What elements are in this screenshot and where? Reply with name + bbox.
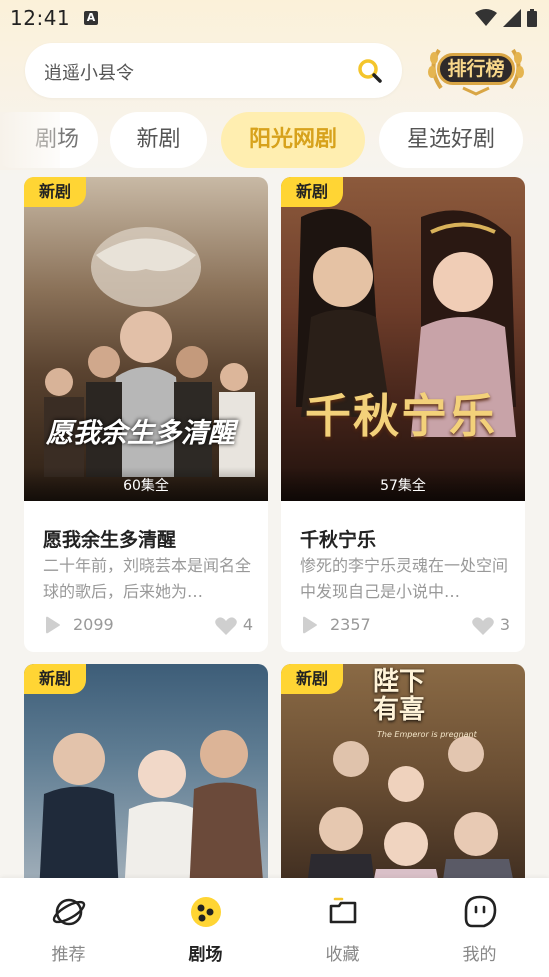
poster-art <box>296 209 516 437</box>
nav-profile[interactable]: 我的 <box>411 878 548 977</box>
tab-sunshine-drama[interactable]: 阳光网剧 <box>221 112 365 168</box>
drama-description: 二十年前，刘晓芸本是闻名全球的歌后，后来她为… <box>43 556 252 601</box>
poster-subtitle: The Emperor is pregnant <box>377 730 477 739</box>
battery-icon <box>527 9 537 27</box>
play-count-icon <box>46 616 60 634</box>
play-count: 2357 <box>330 615 371 634</box>
play-count: 2099 <box>73 615 114 634</box>
heart-icon[interactable] <box>215 617 237 635</box>
nav-label: 剧场 <box>188 945 223 965</box>
nav-label: 收藏 <box>325 945 360 965</box>
search-input[interactable]: 逍遥小县令 <box>44 59 134 85</box>
drama-title: 愿我余生多清醒 <box>43 529 177 551</box>
status-bar: 12:41 A <box>0 0 549 36</box>
drama-stats: 2099 4 <box>43 613 253 637</box>
nav-label: 推荐 <box>51 945 86 965</box>
drama-description: 惨死的李宁乐灵魂在一处空间中发现自己是小说中… <box>300 556 509 601</box>
drama-card[interactable]: 新剧 <box>24 664 268 894</box>
poster-art <box>39 730 264 894</box>
collection-icon <box>329 897 356 924</box>
poster-art <box>44 227 255 477</box>
nav-recommend[interactable]: 推荐 <box>0 878 137 977</box>
tabs-fade <box>0 112 60 170</box>
like-count: 3 <box>499 615 510 634</box>
wifi-icon <box>475 9 497 26</box>
nav-theater[interactable]: 剧场 <box>137 878 274 977</box>
new-badge: 新剧 <box>24 177 86 207</box>
tab-label: 阳光网剧 <box>248 127 337 152</box>
drama-poster[interactable]: 愿我余生多清醒 新剧 60集全 <box>24 177 268 501</box>
new-badge: 新剧 <box>281 664 343 694</box>
nav-label: 我的 <box>462 945 497 965</box>
drama-stats: 2357 3 <box>300 613 510 637</box>
bottom-navigation: 推荐 剧场 收藏 我的 <box>0 878 549 977</box>
episode-count: 57集全 <box>281 467 525 501</box>
notification-a-icon: A <box>84 11 98 25</box>
profile-icon <box>464 895 496 928</box>
drama-poster[interactable]: 陛下有喜 The Emperor is pregnant 新剧 <box>281 664 525 894</box>
new-badge: 新剧 <box>24 664 86 694</box>
system-icons <box>475 8 537 28</box>
like-count: 4 <box>242 615 253 634</box>
tab-star-picks[interactable]: 星选好剧 <box>379 112 523 168</box>
drama-card[interactable]: 千秋宁乐 新剧 57集全 千秋宁乐 惨死的李宁乐灵魂在一处空间中发现自己是小说中… <box>281 177 525 652</box>
heart-icon[interactable] <box>472 617 494 635</box>
drama-poster[interactable]: 千秋宁乐 新剧 57集全 <box>281 177 525 501</box>
tab-label: 新剧 <box>136 127 181 152</box>
search-icon[interactable] <box>358 59 382 83</box>
ranking-button[interactable]: 排行榜 <box>425 42 527 96</box>
poster-title: 陛下有喜 <box>373 667 426 725</box>
tab-label: 星选好剧 <box>406 127 495 152</box>
poster-title: 愿我余生多清醒 <box>46 418 235 449</box>
new-badge: 新剧 <box>281 177 343 207</box>
play-count-icon <box>303 616 317 634</box>
nav-collection[interactable]: 收藏 <box>274 878 411 977</box>
drama-poster[interactable]: 新剧 <box>24 664 268 894</box>
episode-count: 60集全 <box>24 467 268 501</box>
tab-new[interactable]: 新剧 <box>110 112 207 168</box>
theater-icon <box>190 897 221 927</box>
ranking-label: 排行榜 <box>437 53 515 85</box>
status-time: 12:41 <box>10 6 71 30</box>
search-bar[interactable]: 逍遥小县令 <box>25 43 402 98</box>
planet-icon <box>52 898 85 926</box>
drama-title: 千秋宁乐 <box>300 529 377 551</box>
drama-card[interactable]: 愿我余生多清醒 新剧 60集全 愿我余生多清醒 二十年前，刘晓芸本是闻名全球的歌… <box>24 177 268 652</box>
poster-title: 千秋宁乐 <box>305 389 497 443</box>
drama-card[interactable]: 陛下有喜 The Emperor is pregnant 新剧 <box>281 664 525 894</box>
category-tabs: 剧场 新剧 阳光网剧 星选好剧 <box>0 112 549 170</box>
signal-icon <box>503 9 521 27</box>
